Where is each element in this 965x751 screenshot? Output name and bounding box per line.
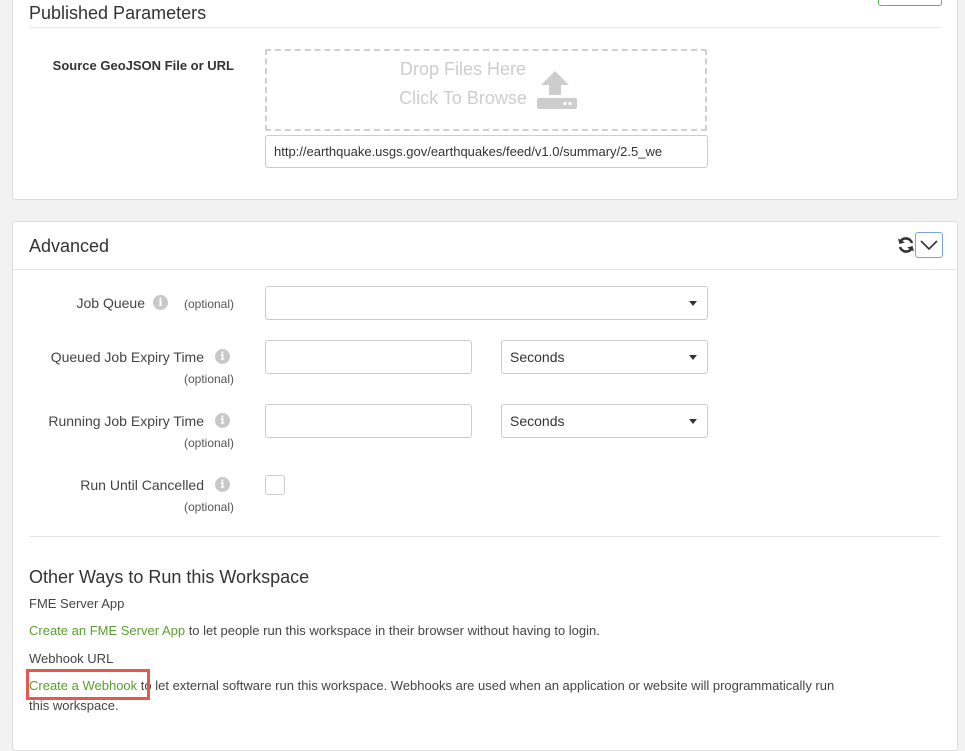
- divider: [29, 27, 941, 28]
- info-icon[interactable]: i: [153, 295, 168, 310]
- optional-label: (optional): [183, 436, 234, 450]
- info-icon[interactable]: i: [215, 349, 230, 364]
- queued-expiry-unit-value: Seconds: [510, 349, 565, 365]
- queued-expiry-unit-select[interactable]: Seconds: [501, 340, 708, 374]
- job-queue-label: Job Queue: [76, 295, 146, 311]
- chevron-down-icon: [920, 240, 938, 251]
- job-queue-select[interactable]: [265, 286, 708, 320]
- advanced-title: Advanced: [29, 236, 110, 256]
- run-until-cancelled-label: Run Until Cancelled: [80, 477, 204, 493]
- webhook-url-heading: Webhook URL: [29, 651, 114, 666]
- optional-label: (optional): [183, 297, 234, 311]
- fme-server-app-text: Create an FME Server App to let people r…: [29, 623, 600, 638]
- published-parameters-panel: Published Parameters Source GeoJSON File…: [12, 0, 958, 200]
- caret-down-icon: [689, 419, 697, 424]
- other-ways-heading: Other Ways to Run this Workspace: [29, 567, 310, 587]
- running-expiry-unit-value: Seconds: [510, 413, 565, 429]
- queued-expiry-input[interactable]: [265, 340, 472, 374]
- running-expiry-input[interactable]: [265, 404, 472, 438]
- create-fme-server-app-link[interactable]: Create an FME Server App: [29, 623, 185, 638]
- running-expiry-label: Running Job Expiry Time: [48, 413, 204, 429]
- running-expiry-unit-select[interactable]: Seconds: [501, 404, 708, 438]
- panel-action-button[interactable]: [878, 0, 942, 6]
- fme-server-app-description: to let people run this workspace in thei…: [185, 623, 600, 638]
- highlight-box: [26, 669, 150, 700]
- caret-down-icon: [689, 355, 697, 360]
- caret-down-icon: [689, 301, 697, 306]
- divider: [13, 269, 957, 270]
- drop-files-text: Drop Files Here: [399, 59, 527, 79]
- upload-icon: [537, 71, 577, 109]
- source-url-input[interactable]: http://earthquake.usgs.gov/earthquakes/f…: [265, 135, 708, 168]
- divider: [29, 536, 941, 537]
- file-drop-zone[interactable]: Drop Files Here Click To Browse: [265, 49, 707, 131]
- webhook-description: to let external software run this worksp…: [137, 678, 835, 693]
- optional-label: (optional): [183, 500, 234, 514]
- advanced-panel: Advanced Job Queue i (optional) Queued J…: [12, 221, 958, 751]
- published-parameters-title: Published Parameters: [29, 3, 207, 23]
- fme-server-app-heading: FME Server App: [29, 596, 125, 611]
- queued-expiry-label: Queued Job Expiry Time: [50, 349, 204, 365]
- click-to-browse-text: Click To Browse: [399, 88, 527, 108]
- webhook-text-continued: this workspace.: [29, 698, 119, 713]
- source-geojson-label: Source GeoJSON File or URL: [52, 58, 234, 73]
- refresh-icon[interactable]: [897, 236, 915, 254]
- info-icon[interactable]: i: [215, 477, 230, 492]
- collapse-button[interactable]: [915, 232, 943, 258]
- run-until-cancelled-checkbox[interactable]: [265, 475, 285, 495]
- info-icon[interactable]: i: [215, 413, 230, 428]
- optional-label: (optional): [183, 372, 234, 386]
